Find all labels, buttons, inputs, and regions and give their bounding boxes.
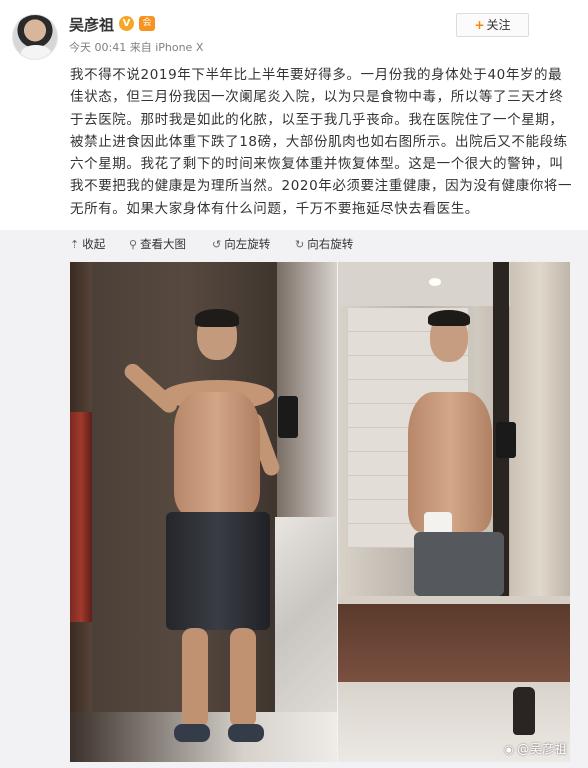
hair <box>195 309 239 327</box>
follow-button-label: 关注 <box>486 18 511 32</box>
right-shoe <box>228 724 264 742</box>
ceiling-light <box>429 278 441 286</box>
torso <box>408 392 492 532</box>
post-meta: 今天 00:41 来自 iPhone X <box>69 41 204 54</box>
red-curtain <box>70 412 92 622</box>
rotate-left-icon: ↺ <box>212 238 222 251</box>
torso <box>174 392 260 517</box>
member-badge-icon[interactable]: 会 <box>139 16 155 31</box>
pants <box>414 532 504 596</box>
magnifier-icon: ⚲ <box>129 238 138 251</box>
watermark-text: @吴彦祖 <box>517 742 568 756</box>
view-large-label: 查看大图 <box>140 237 187 251</box>
post-body: 我不得不说2019年下半年比上半年要好得多。一月份我的身体处于40年岁的最佳状态… <box>70 67 573 217</box>
right-leg <box>230 628 256 728</box>
weibo-logo-icon: ◉ <box>504 743 515 756</box>
view-large-button[interactable]: ⚲ 查看大图 <box>129 236 186 252</box>
hair <box>428 310 470 326</box>
curtain <box>510 262 570 602</box>
left-shoe <box>174 724 210 742</box>
rotate-right-button[interactable]: ↻ 向右旋转 <box>295 236 353 252</box>
vanity-cabinet <box>338 604 570 682</box>
collapse-arrow-icon: ⇡ <box>70 238 80 251</box>
rotate-left-button[interactable]: ↺ 向左旋转 <box>212 236 270 252</box>
phone <box>496 422 516 458</box>
left-leg <box>182 628 208 728</box>
plus-icon: + <box>474 18 485 32</box>
image-gallery <box>0 258 588 768</box>
image-toolbar: ⇡ 收起 ⚲ 查看大图 ↺ 向左旋转 ↻ 向右旋转 <box>0 230 588 258</box>
post-header: 吴彦祖 V 会 今天 00:41 来自 iPhone X + 关注 <box>0 0 588 60</box>
username[interactable]: 吴彦祖 <box>69 14 114 35</box>
photo-after[interactable] <box>338 262 570 762</box>
phone <box>278 396 298 438</box>
rotate-right-label: 向右旋转 <box>307 237 354 251</box>
collapse-label: 收起 <box>82 237 106 251</box>
soap-bottle <box>513 687 535 735</box>
rotate-left-label: 向左旋转 <box>224 237 271 251</box>
collapse-button[interactable]: ⇡ 收起 <box>70 236 105 252</box>
rotate-right-icon: ↻ <box>295 238 305 251</box>
shorts <box>166 512 270 630</box>
photo-before[interactable] <box>70 262 337 762</box>
verified-badge-icon[interactable]: V <box>119 16 134 31</box>
avatar[interactable] <box>12 14 58 60</box>
follow-button[interactable]: + 关注 <box>456 13 529 37</box>
weibo-watermark: ◉ @吴彦祖 <box>504 740 567 757</box>
